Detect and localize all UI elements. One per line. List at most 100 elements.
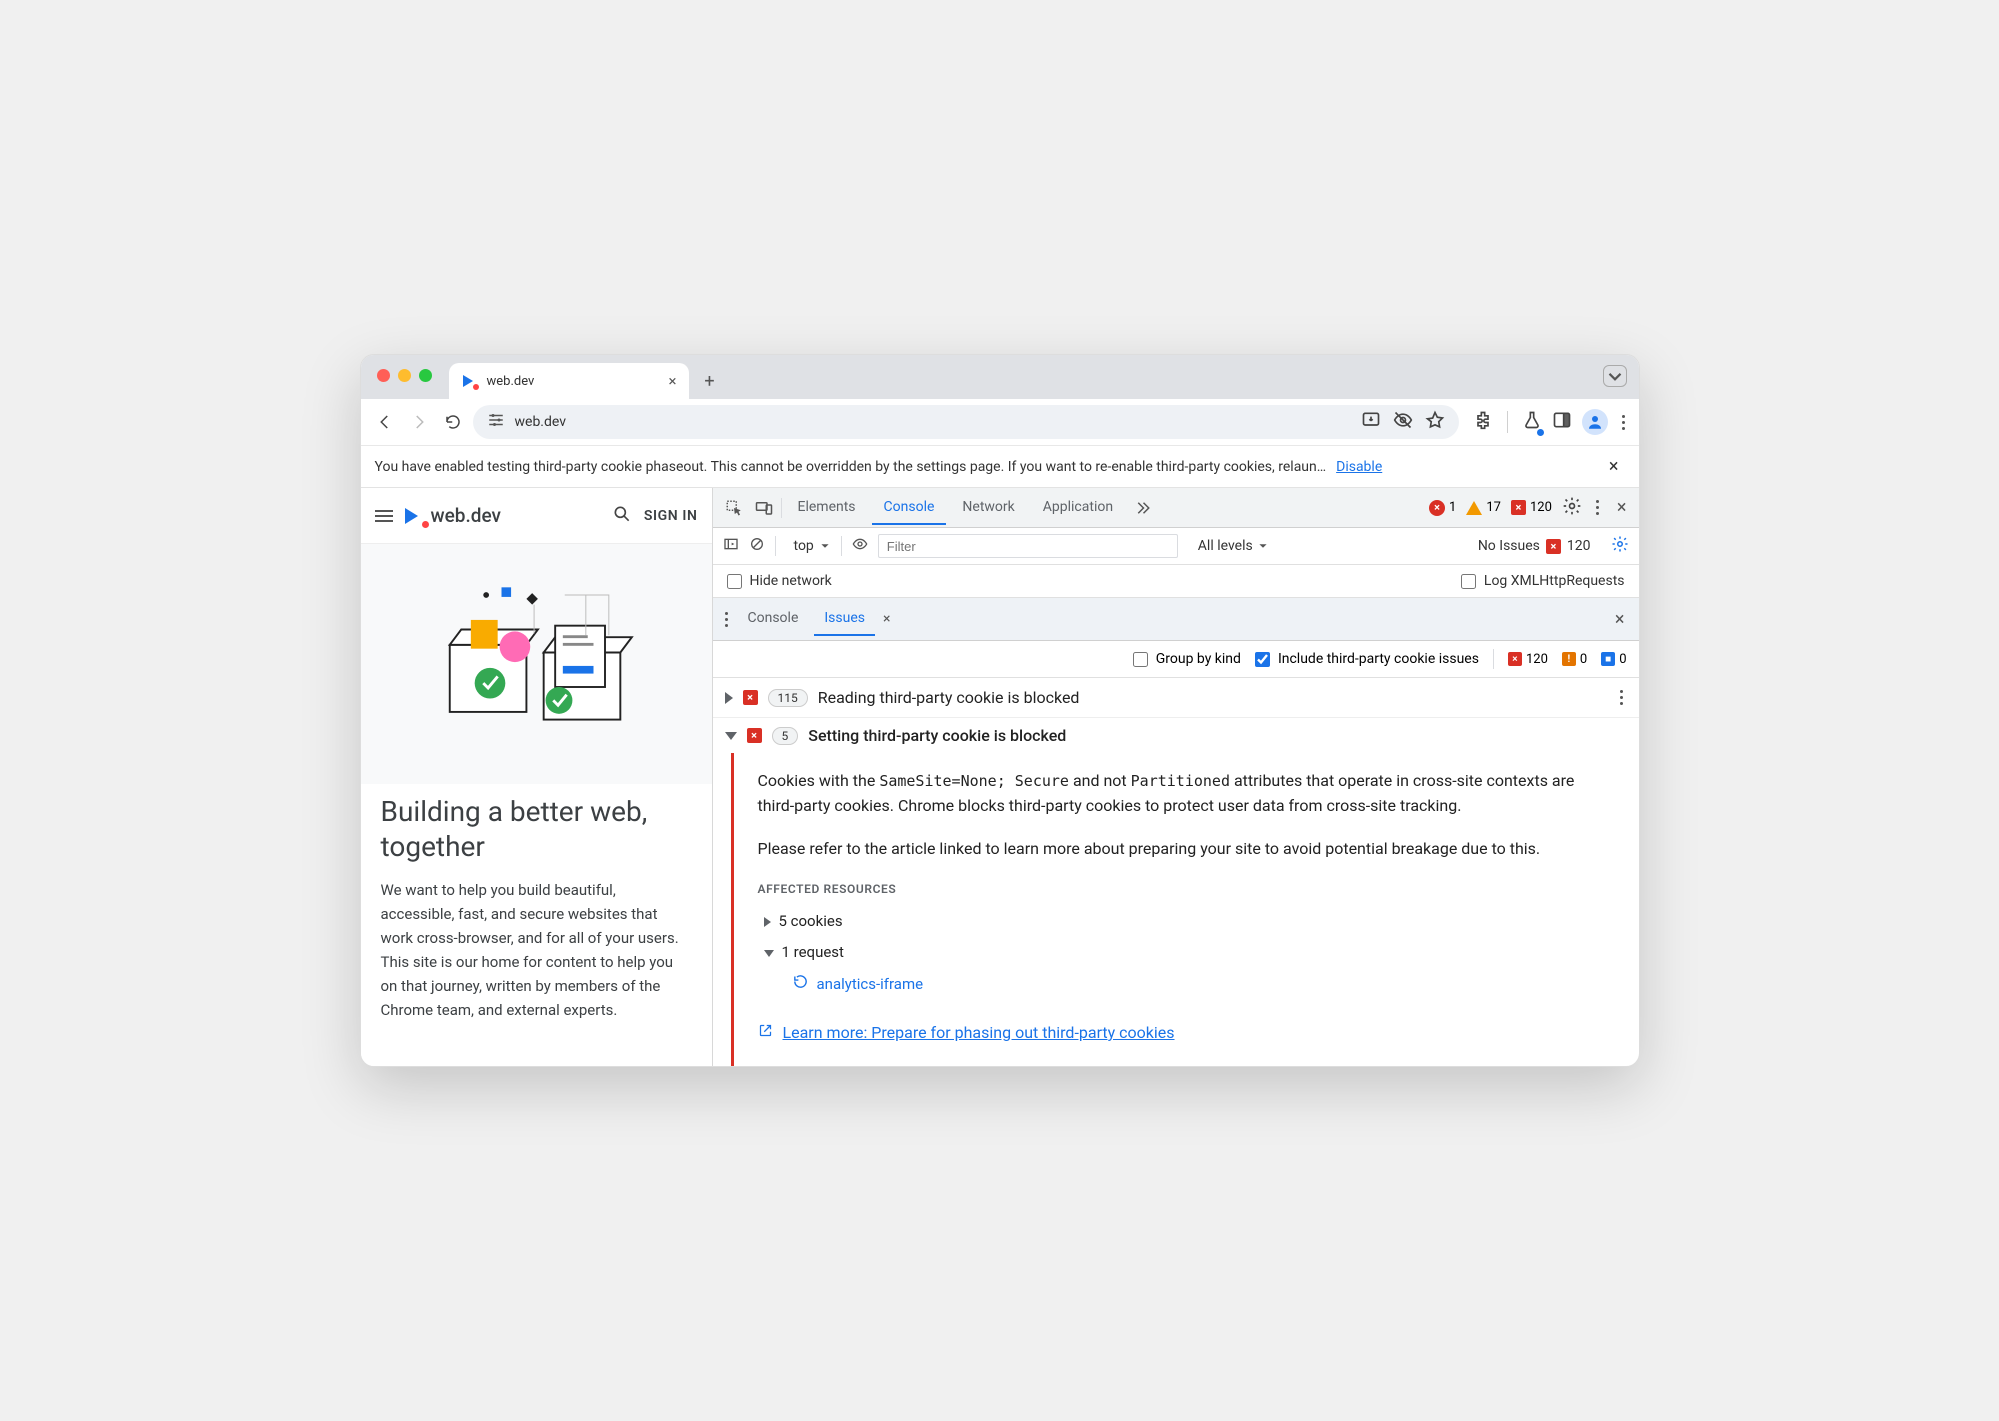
drawer-menu-button[interactable] bbox=[721, 608, 732, 631]
issue-row[interactable]: × 115 Reading third-party cookie is bloc… bbox=[713, 678, 1639, 718]
console-options: Hide network Log XMLHttpRequests bbox=[713, 565, 1639, 598]
install-app-icon[interactable] bbox=[1361, 410, 1381, 434]
clear-console-icon[interactable] bbox=[749, 536, 765, 556]
menu-button[interactable] bbox=[375, 510, 393, 522]
chrome-menu-button[interactable] bbox=[1618, 411, 1629, 434]
profile-avatar[interactable] bbox=[1582, 409, 1608, 435]
extensions-icon[interactable] bbox=[1473, 410, 1493, 434]
tab-elements[interactable]: Elements bbox=[786, 491, 868, 525]
issue-detail: Cookies with the SameSite=None; Secure a… bbox=[731, 753, 1639, 1066]
log-xhr-checkbox[interactable]: Log XMLHttpRequests bbox=[1461, 573, 1625, 589]
inspect-element-icon[interactable] bbox=[721, 495, 747, 521]
console-toolbar: top All levels No Issues × 120 bbox=[713, 528, 1639, 565]
devtools-close-button[interactable]: × bbox=[1613, 497, 1631, 518]
page-content: web.dev SIGN IN bbox=[361, 488, 713, 1066]
context-selector[interactable]: top bbox=[786, 538, 831, 554]
drawer-close-button[interactable]: × bbox=[1609, 609, 1631, 630]
group-by-kind-checkbox[interactable]: Group by kind bbox=[1133, 651, 1241, 667]
site-controls-icon[interactable] bbox=[487, 411, 505, 433]
close-tab-button[interactable]: × bbox=[668, 372, 676, 390]
tab-application[interactable]: Application bbox=[1031, 491, 1125, 525]
search-button[interactable] bbox=[612, 504, 632, 528]
hide-network-checkbox[interactable]: Hide network bbox=[727, 573, 832, 589]
tab-title: web.dev bbox=[487, 374, 535, 389]
separator bbox=[841, 536, 842, 556]
page-body: We want to help you build beautiful, acc… bbox=[381, 878, 692, 1022]
issues-toolbar: Group by kind Include third-party cookie… bbox=[713, 641, 1639, 678]
filter-input[interactable] bbox=[878, 534, 1178, 558]
external-link-icon bbox=[758, 1021, 773, 1046]
devtools-panel: Elements Console Network Application × 1 … bbox=[713, 488, 1639, 1066]
tab-console[interactable]: Console bbox=[872, 491, 947, 525]
minimize-window-button[interactable] bbox=[398, 369, 411, 382]
issue-title: Setting third-party cookie is blocked bbox=[808, 726, 1066, 745]
levels-dropdown[interactable]: All levels bbox=[1198, 538, 1269, 554]
browser-tab[interactable]: web.dev × bbox=[449, 363, 689, 399]
affected-request-item[interactable]: analytics-iframe bbox=[764, 969, 1615, 997]
toggle-sidebar-icon[interactable] bbox=[723, 536, 739, 556]
labs-icon[interactable] bbox=[1522, 410, 1542, 434]
reload-button[interactable] bbox=[439, 408, 467, 436]
content-split: web.dev SIGN IN bbox=[361, 488, 1639, 1066]
request-icon bbox=[792, 973, 809, 997]
live-expression-icon[interactable] bbox=[852, 536, 868, 556]
issues-count-info: ■0 bbox=[1601, 652, 1626, 667]
back-button[interactable] bbox=[371, 408, 399, 436]
browser-toolbar: web.dev bbox=[361, 399, 1639, 446]
drawer-tab-console[interactable]: Console bbox=[738, 602, 809, 636]
page-heading: Building a better web, together bbox=[381, 794, 692, 864]
expand-icon[interactable] bbox=[764, 917, 771, 927]
devtools-settings-icon[interactable] bbox=[1562, 496, 1582, 520]
banner-disable-link[interactable]: Disable bbox=[1336, 459, 1382, 475]
side-panel-icon[interactable] bbox=[1552, 410, 1572, 434]
url-text: web.dev bbox=[515, 414, 567, 430]
status-issues[interactable]: ×120 bbox=[1511, 500, 1552, 515]
issues-count-warnings: !0 bbox=[1562, 652, 1587, 667]
forward-button[interactable] bbox=[405, 408, 433, 436]
devtools-tab-bar: Elements Console Network Application ×1 … bbox=[713, 488, 1639, 528]
include-3p-checkbox[interactable]: Include third-party cookie issues bbox=[1255, 651, 1479, 667]
drawer-tab-issues[interactable]: Issues bbox=[814, 602, 875, 636]
brand-text: web.dev bbox=[431, 504, 501, 527]
devtools-menu-button[interactable] bbox=[1592, 496, 1603, 519]
issue-row[interactable]: × 5 Setting third-party cookie is blocke… bbox=[713, 718, 1639, 753]
site-brand[interactable]: web.dev bbox=[405, 504, 501, 527]
affected-resources-list: 5 cookies 1 request analytics-iframe bbox=[758, 906, 1615, 997]
tab-network[interactable]: Network bbox=[950, 491, 1026, 525]
drawer-tab-close-button[interactable]: × bbox=[883, 611, 890, 627]
address-bar[interactable]: web.dev bbox=[473, 405, 1459, 439]
collapse-icon[interactable] bbox=[764, 950, 774, 957]
separator bbox=[775, 536, 776, 556]
issue-menu-button[interactable] bbox=[1616, 686, 1627, 709]
issues-indicator[interactable]: No Issues × 120 bbox=[1478, 538, 1591, 554]
separator bbox=[1507, 411, 1508, 433]
fullscreen-window-button[interactable] bbox=[419, 369, 432, 382]
more-tabs-button[interactable] bbox=[1129, 495, 1155, 521]
issue-severity-icon: × bbox=[743, 690, 758, 705]
toolbar-right bbox=[1473, 409, 1629, 435]
separator bbox=[781, 498, 782, 518]
new-tab-button[interactable]: + bbox=[695, 366, 725, 396]
learn-more-link[interactable]: Learn more: Prepare for phasing out thir… bbox=[758, 1021, 1615, 1046]
expand-icon[interactable] bbox=[725, 692, 733, 704]
sign-in-button[interactable]: SIGN IN bbox=[644, 508, 698, 524]
bookmark-star-icon[interactable] bbox=[1425, 410, 1445, 434]
issue-count: 115 bbox=[768, 689, 808, 707]
status-warnings[interactable]: 17 bbox=[1466, 500, 1501, 515]
close-window-button[interactable] bbox=[377, 369, 390, 382]
affected-cookies[interactable]: 5 cookies bbox=[764, 906, 1615, 937]
device-toolbar-icon[interactable] bbox=[751, 495, 777, 521]
banner-text: You have enabled testing third-party coo… bbox=[375, 459, 1327, 475]
hero-illustration bbox=[361, 544, 712, 784]
title-bar: web.dev × + bbox=[361, 355, 1639, 399]
tabs-dropdown-button[interactable] bbox=[1603, 365, 1627, 387]
console-settings-icon[interactable] bbox=[1611, 535, 1629, 557]
collapse-icon[interactable] bbox=[725, 732, 737, 740]
banner-close-button[interactable]: × bbox=[1603, 456, 1625, 477]
issue-severity-icon: × bbox=[747, 728, 762, 743]
eye-off-icon[interactable] bbox=[1393, 410, 1413, 434]
status-errors[interactable]: ×1 bbox=[1429, 500, 1456, 516]
affected-requests[interactable]: 1 request bbox=[764, 937, 1615, 968]
issue-title: Reading third-party cookie is blocked bbox=[818, 688, 1080, 707]
brand-logo-icon bbox=[405, 506, 425, 526]
